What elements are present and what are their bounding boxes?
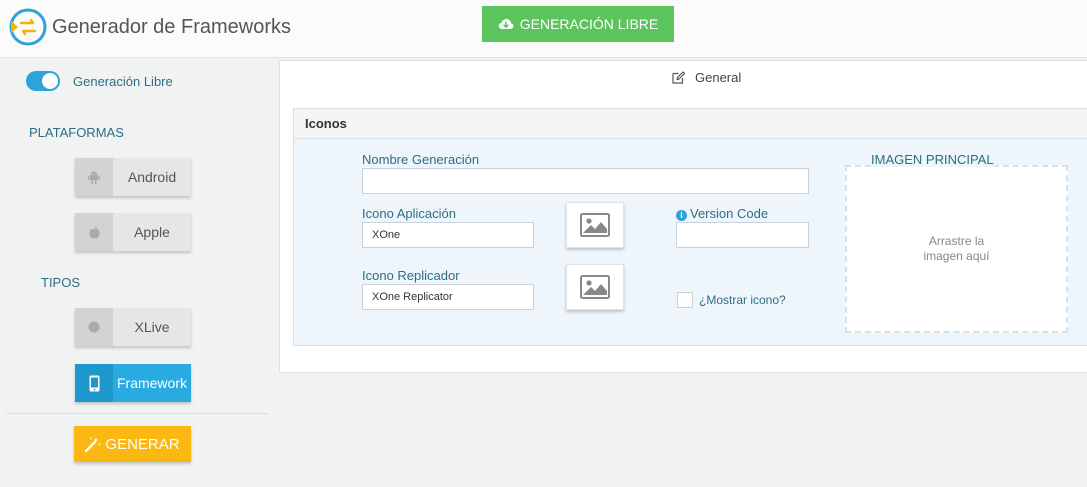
mostrar-icono-checkbox[interactable] — [677, 292, 693, 308]
magic-wand-icon — [85, 436, 102, 452]
platforms-title: PLATAFORMAS — [29, 125, 124, 140]
iconos-section-title: Iconos — [294, 109, 1087, 139]
icono-aplicacion-label: Icono Aplicación — [362, 206, 456, 221]
image-icon — [580, 213, 610, 237]
cloud-download-icon — [498, 19, 514, 29]
type-framework-button[interactable]: Framework — [75, 364, 191, 402]
nombre-generacion-input[interactable] — [362, 168, 809, 194]
free-generation-label: GENERACIÓN LIBRE — [519, 16, 659, 32]
main-panel: General Iconos Nombre Generación Icono A… — [279, 60, 1087, 373]
main-image-title: IMAGEN PRINCIPAL — [870, 152, 995, 167]
edit-icon — [672, 71, 685, 84]
sidebar: Generación Libre PLATAFORMAS Android App… — [0, 59, 275, 487]
icono-aplicacion-input[interactable] — [362, 222, 534, 248]
type-xlive-label: XLive — [134, 319, 170, 335]
platform-android-button[interactable]: Android — [75, 158, 191, 196]
circle-icon — [75, 308, 113, 346]
free-generation-button[interactable]: GENERACIÓN LIBRE — [482, 6, 674, 42]
app-title: Generador de Frameworks — [52, 16, 291, 38]
types-title: TIPOS — [41, 275, 81, 290]
apple-icon — [75, 213, 113, 251]
sidebar-divider — [6, 413, 268, 414]
platform-apple-label: Apple — [134, 224, 170, 240]
icono-replicador-image-button[interactable] — [566, 264, 624, 310]
generate-button[interactable]: GENERAR — [74, 426, 191, 462]
free-generation-toggle-label: Generación Libre — [73, 74, 173, 89]
nombre-generacion-label: Nombre Generación — [362, 152, 480, 167]
icono-aplicacion-image-button[interactable] — [566, 202, 624, 248]
icono-replicador-input[interactable] — [362, 284, 534, 310]
dropzone-text-line1: Arrastre la — [928, 234, 985, 248]
free-generation-toggle[interactable] — [26, 71, 60, 91]
type-xlive-button[interactable]: XLive — [75, 308, 191, 346]
info-icon: i — [676, 210, 687, 221]
android-icon — [75, 158, 113, 196]
toggle-knob — [42, 73, 58, 89]
generate-label: GENERAR — [105, 435, 180, 453]
version-code-input[interactable] — [676, 222, 809, 248]
platform-android-label: Android — [127, 169, 177, 185]
app-logo-icon — [9, 8, 47, 46]
dropzone-text-line2: imagen aquí — [923, 249, 990, 263]
tab-general[interactable]: General — [672, 70, 741, 85]
tab-general-label: General — [695, 70, 742, 85]
mostrar-icono-label: ¿Mostrar icono? — [699, 293, 786, 307]
mobile-icon — [75, 364, 113, 402]
icono-replicador-label: Icono Replicador — [362, 268, 460, 283]
version-code-label: i Version Code — [676, 206, 768, 221]
type-framework-label: Framework — [116, 375, 187, 391]
top-header: Generador de Frameworks GENERACIÓN LIBRE — [0, 0, 1087, 58]
iconos-section: Iconos Nombre Generación Icono Aplicació… — [293, 108, 1087, 346]
image-icon — [580, 275, 610, 299]
version-code-text: Version Code — [690, 206, 769, 221]
main-image-dropzone[interactable]: Arrastre la imagen aquí — [845, 165, 1068, 333]
platform-apple-button[interactable]: Apple — [75, 213, 191, 251]
